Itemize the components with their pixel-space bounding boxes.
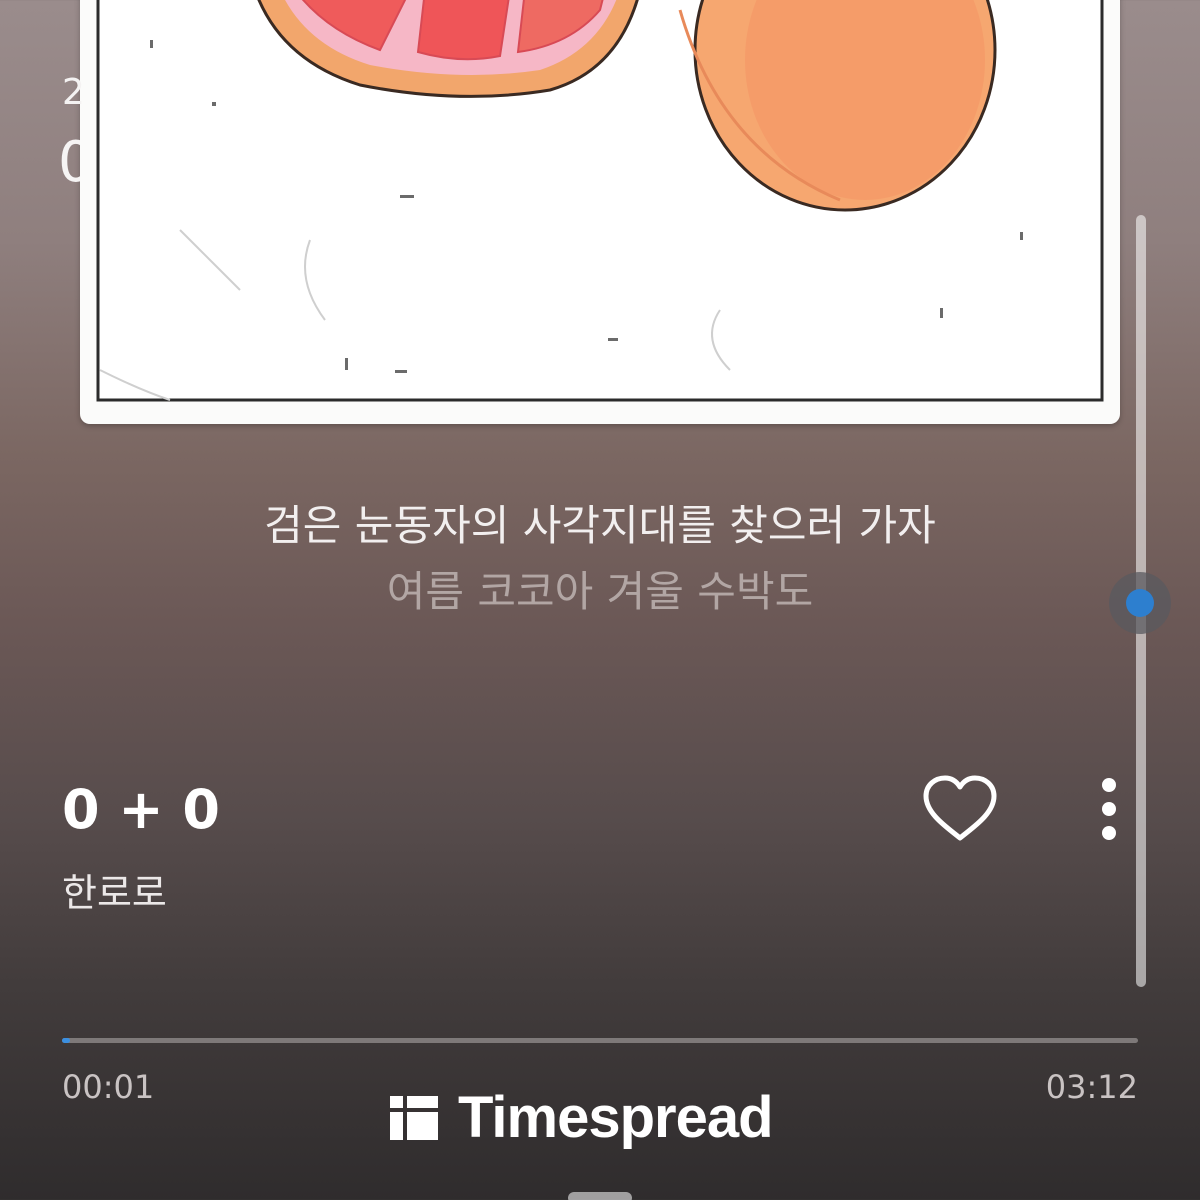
lyric-scroll-handle[interactable] — [1109, 572, 1171, 634]
status-time: 0 — [58, 130, 80, 195]
like-button[interactable] — [920, 772, 1000, 846]
lyric-current-line[interactable]: 검은 눈동자의 사각지대를 찾으러 가자 — [0, 492, 1200, 553]
watermark-text: Timespread — [458, 1085, 774, 1150]
bottom-handle[interactable] — [568, 1192, 632, 1200]
album-artwork — [80, 0, 1120, 424]
total-duration: 03:12 — [1045, 1068, 1138, 1106]
heart-outline-icon — [923, 775, 997, 841]
timespread-logo-icon — [390, 1095, 438, 1140]
lyric-next-line[interactable]: 여름 코코아 겨울 수박도 — [0, 558, 1200, 619]
timespread-watermark: Timespread — [390, 1084, 774, 1151]
progress-bar[interactable] — [62, 1038, 1138, 1043]
status-date: 2 — [62, 72, 82, 113]
more-options-button[interactable] — [1092, 774, 1126, 844]
artist-name[interactable]: 한로로 — [62, 862, 167, 917]
progress-fill — [62, 1038, 70, 1043]
scroll-handle-dot — [1126, 589, 1154, 617]
song-title: 0 + 0 — [62, 778, 220, 841]
elapsed-time: 00:01 — [62, 1068, 155, 1106]
more-vertical-icon — [1102, 778, 1116, 792]
grapefruit-illustration — [96, 0, 1104, 402]
